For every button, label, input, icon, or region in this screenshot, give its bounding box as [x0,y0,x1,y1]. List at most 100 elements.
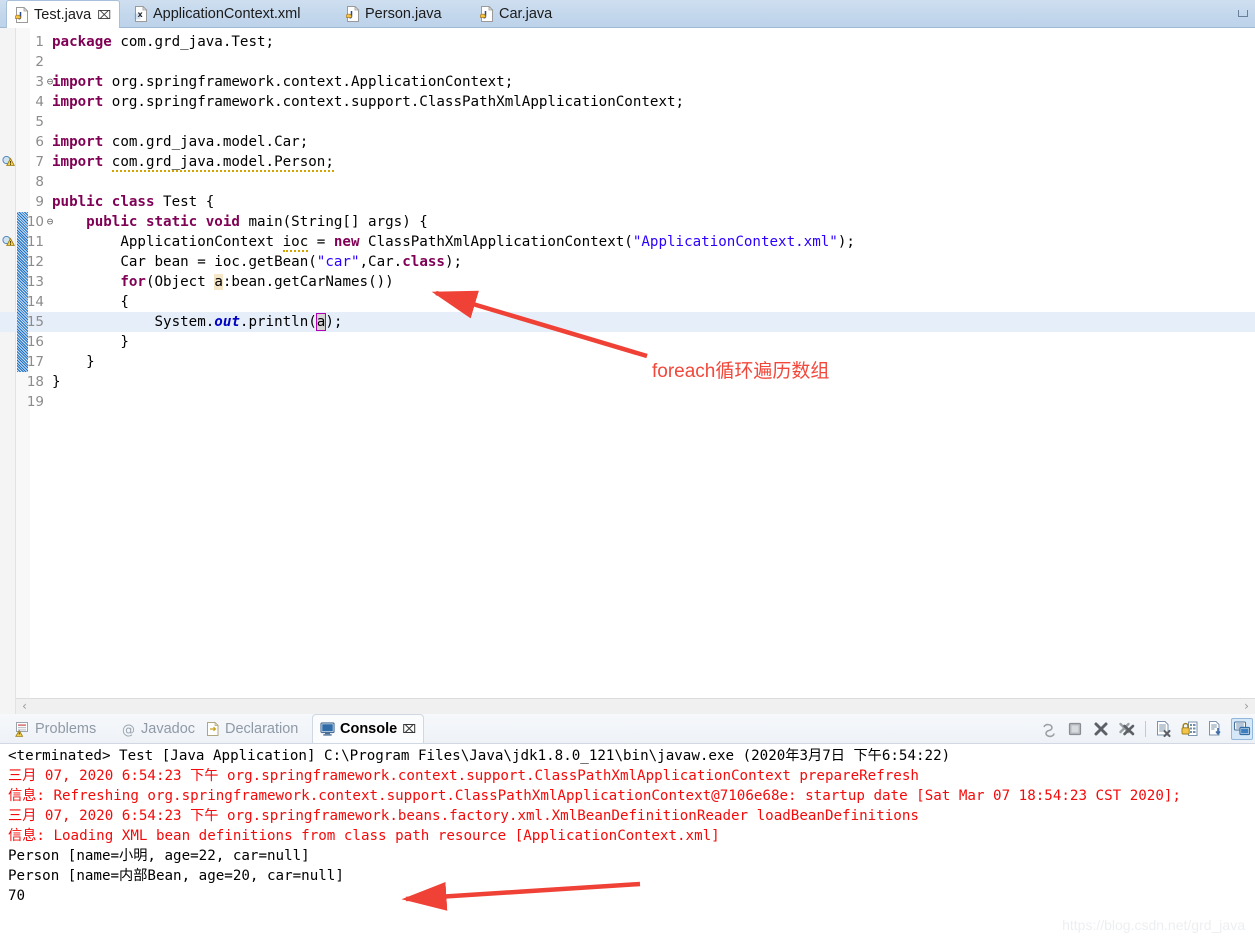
code-line[interactable]: 11 ApplicationContext ioc = new ClassPat… [0,232,1255,252]
code-line[interactable]: 14 { [0,292,1255,312]
line-number: 4 [35,94,44,110]
warning-bulb-icon[interactable] [2,235,15,248]
close-icon[interactable]: ⌧ [402,723,416,735]
code-line[interactable]: 7 import com.grd_java.model.Person; [0,152,1255,172]
console-line: 三月 07, 2020 6:54:23 下午 org.springframewo… [8,808,919,824]
code-line[interactable]: 8 [0,172,1255,192]
code-line[interactable]: 2 [0,52,1255,72]
pin-console-icon[interactable] [1205,718,1227,740]
scroll-lock-icon[interactable] [1179,718,1201,740]
code-line[interactable]: 3 ⊖ import org.springframework.context.App… [0,72,1255,92]
code-text: Car bean = ioc.getBean("car",Car.class); [52,252,462,272]
remove-launch-icon[interactable] [1090,718,1112,740]
code-line[interactable]: 18} [0,372,1255,392]
watermark: https://blog.csdn.net/grd_java [1062,917,1245,933]
code-token: void [205,214,240,230]
clear-console-icon[interactable] [1153,718,1175,740]
editor-code-area[interactable]: 1 package com.grd_java.Test; 2 3 ⊖ import org… [0,28,1255,714]
code-line[interactable]: 15 System.out.println(a); [0,312,1255,332]
code-token: ,Car. [359,254,403,270]
terminate-icon[interactable] [1064,718,1086,740]
code-text: import com.grd_java.model.Person; [52,152,334,172]
xml-file-icon: x [134,5,148,22]
editor-tab-car-java[interactable]: J Car.java [472,0,566,28]
eclipse-window: J Test.java ⌧ x ApplicationContext.xml J … [0,0,1255,939]
view-tab-console[interactable]: Console ⌧ [312,714,425,743]
code-line[interactable]: 4 import org.springframework.context.supp… [0,92,1255,112]
editor-tab-person-java[interactable]: J Person.java [338,0,456,28]
remove-all-terminated-icon[interactable] [1116,718,1138,740]
line-number: 3 [35,74,44,90]
editor-tab-label: Test.java [34,6,92,23]
warning-bulb-icon[interactable] [2,155,15,168]
code-text: ApplicationContext ioc = new ClassPathXm… [52,232,855,252]
code-token: public [52,194,104,210]
code-line[interactable]: 12 Car bean = ioc.getBean("car",Car.clas… [0,252,1255,272]
code-line[interactable]: 6 import com.grd_java.model.Car; [0,132,1255,152]
code-token: ); [325,314,343,330]
editor-change-bar [17,212,28,372]
code-text: import com.grd_java.model.Car; [52,132,308,152]
code-text: import org.springframework.context.suppo… [52,92,684,112]
code-line[interactable]: 9 public class Test { [0,192,1255,212]
console-line: 信息: Refreshing org.springframework.conte… [8,788,1181,804]
code-token: System. [52,314,215,330]
code-text: package com.grd_java.Test; [52,32,274,52]
code-token: = [308,234,334,250]
editor-tab-bar: J Test.java ⌧ x ApplicationContext.xml J … [0,0,1255,28]
problems-icon [15,721,31,737]
code-token: out [214,314,240,330]
toolbar-separator [1145,721,1146,737]
code-line[interactable]: 16 } [0,332,1255,352]
code-token: com.grd_java.Test; [111,34,275,50]
code-token: } [52,354,95,370]
terminate-relaunch-icon[interactable] [1038,718,1060,740]
code-text: } [52,372,61,392]
code-token: (Object [145,274,215,290]
code-token: Car bean = ioc.getBean( [52,254,317,270]
console-output[interactable]: 70 Person [name=内部Bean, age=20, car=null]… [0,744,1255,939]
code-line[interactable]: 19 [0,392,1255,412]
view-tab-declaration[interactable]: Declaration [198,714,310,743]
code-line[interactable]: 5 [0,112,1255,132]
close-icon[interactable]: ⌧ [97,9,111,21]
editor-horizontal-scrollbar[interactable]: ‹ › [16,698,1255,714]
view-tab-javadoc[interactable]: @ Javadoc [114,714,207,743]
code-text: public static void main(String[] args) { [52,212,428,232]
line-number: 1 [35,34,44,50]
scroll-left-arrow[interactable]: ‹ [18,700,31,713]
line-number: 5 [35,114,44,130]
view-tab-problems[interactable]: Problems [8,714,108,743]
code-text: for(Object a:bean.getCarNames()) [52,272,394,292]
view-tab-label: Declaration [225,720,299,737]
display-selected-console-icon[interactable] [1231,718,1253,740]
code-token: import [52,74,104,90]
code-line[interactable]: 13 for(Object a:bean.getCarNames()) [0,272,1255,292]
java-editor[interactable]: 1 package com.grd_java.Test; 2 3 ⊖ import org… [0,28,1255,714]
line-number: 9 [35,194,44,210]
view-tab-label: Problems [35,720,97,737]
code-line[interactable]: 10 ⊖ public static void main(String[] arg… [0,212,1255,232]
console-icon [320,721,336,737]
code-token: public [86,214,138,230]
code-line[interactable]: 17 } [0,352,1255,372]
code-text: } [52,352,95,372]
declaration-icon [205,721,221,737]
code-line[interactable]: 1 package com.grd_java.Test; [0,32,1255,52]
minimize-editor-button[interactable] [1238,10,1248,17]
editor-tab-test-java[interactable]: J Test.java ⌧ [6,0,121,28]
line-number: 2 [35,54,44,70]
editor-tab-label: Car.java [499,6,553,22]
editor-tab-applicationcontext-xml[interactable]: x ApplicationContext.xml [126,0,315,28]
editor-tab-label: ApplicationContext.xml [153,6,301,22]
code-token: class [402,254,445,270]
code-token: "ApplicationContext.xml" [632,234,838,250]
scroll-right-arrow[interactable]: › [1240,700,1253,713]
code-token: class [111,194,155,210]
code-token: ClassPathXmlApplicationContext( [359,234,633,250]
code-token: { [52,294,129,310]
